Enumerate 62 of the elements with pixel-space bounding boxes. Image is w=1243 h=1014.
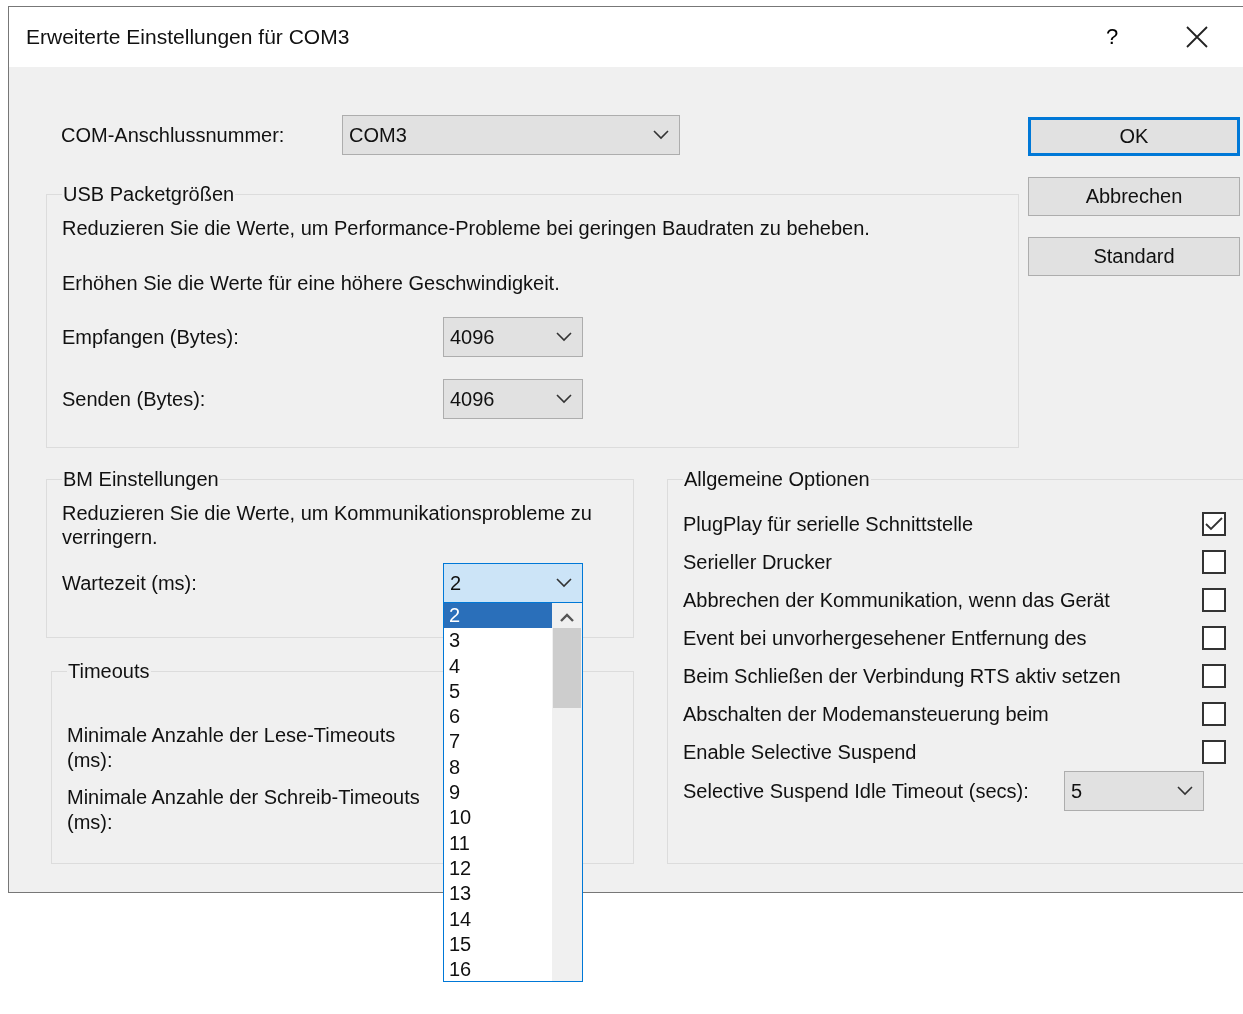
list-option[interactable]: 7 (444, 729, 552, 755)
com-port-dropdown[interactable]: COM3 (342, 115, 680, 155)
list-option[interactable]: 16 (444, 957, 552, 981)
option-label: Enable Selective Suspend (683, 740, 918, 764)
list-option[interactable]: 6 (444, 704, 552, 730)
list-option[interactable]: 5 (444, 678, 552, 705)
list-option[interactable]: 9 (444, 780, 552, 806)
list-option[interactable]: 4 (444, 653, 552, 679)
list-option[interactable]: 8 (444, 754, 552, 781)
scrollbar[interactable] (552, 603, 582, 981)
chevron-down-icon (653, 130, 669, 140)
scrollbar-thumb[interactable] (553, 628, 581, 708)
scroll-up-icon (560, 613, 574, 622)
field-label: Senden (Bytes): (62, 387, 207, 411)
chevron-down-icon (556, 394, 572, 404)
field-label: Minimale Anzahle der Schreib-Timeouts (ms): (67, 785, 421, 835)
option-label: Serieller Drucker (683, 550, 833, 574)
size-dropdown[interactable]: 4096 (443, 317, 583, 357)
checkbox[interactable] (1202, 588, 1226, 612)
group-title: BM Einstellungen (62, 468, 220, 491)
list-option[interactable]: 11 (444, 830, 552, 856)
dialog-button[interactable]: Abbrechen (1028, 177, 1240, 216)
list-option[interactable]: 10 (444, 805, 552, 831)
idle-timeout-dropdown[interactable]: 5 (1064, 771, 1204, 811)
help-button[interactable]: ? (1092, 17, 1132, 57)
checkbox[interactable] (1202, 664, 1226, 688)
window-title: Erweiterte Einstellungen für COM3 (26, 25, 351, 49)
group-title: Timeouts (67, 660, 151, 683)
group-title: USB Packetgrößen (62, 183, 236, 206)
field-label: Selective Suspend Idle Timeout (secs): (683, 779, 1030, 803)
field-label: Wartezeit (ms): (62, 571, 198, 595)
chevron-down-icon (556, 332, 572, 342)
chevron-down-icon (556, 578, 572, 588)
checkbox[interactable] (1202, 512, 1226, 536)
checkbox[interactable] (1202, 740, 1226, 764)
list-option[interactable]: 13 (444, 881, 552, 907)
check-icon (1205, 517, 1223, 531)
group-title: Allgemeine Optionen (683, 468, 871, 491)
checkbox[interactable] (1202, 626, 1226, 650)
dialog-button[interactable]: Standard (1028, 237, 1240, 276)
option-label: Abbrechen der Kommunikation, wenn das Gerät (683, 588, 1111, 612)
checkbox[interactable] (1202, 550, 1226, 574)
list-option[interactable]: 14 (444, 906, 552, 932)
description-text: Reduzieren Sie die Werte, um Performance-Probleme bei geringen Baudraten zu beheben. (62, 216, 871, 240)
list-option[interactable]: 3 (444, 628, 552, 654)
list-option[interactable]: 12 (444, 855, 552, 882)
chevron-down-icon (1177, 786, 1193, 796)
option-label: Beim Schließen der Verbindung RTS aktiv setzen (683, 664, 1122, 688)
option-label: Abschalten der Modemansteuerung beim (683, 702, 1050, 726)
description-text: Erhöhen Sie die Werte für eine höhere Geschwindigkeit. (62, 271, 561, 295)
field-label: Empfangen (Bytes): (62, 325, 240, 349)
list-option[interactable]: 15 (444, 931, 552, 958)
description-text: Reduzieren Sie die Werte, um Kommunikationsprobleme zu verringern. (62, 501, 593, 549)
option-label: PlugPlay für serielle Schnittstelle (683, 512, 975, 536)
size-dropdown[interactable]: 4096 (443, 379, 583, 419)
checkbox[interactable] (1202, 702, 1226, 726)
dialog-button[interactable]: OK (1028, 117, 1240, 156)
close-icon (1186, 26, 1208, 48)
field-label: COM-Anschlussnummer: (60, 123, 286, 147)
option-label: Event bei unvorhergesehener Entfernung des (683, 626, 1088, 650)
field-label: Minimale Anzahle der Lese-Timeouts (ms): (67, 723, 397, 773)
list-option[interactable]: 2 (444, 603, 552, 629)
